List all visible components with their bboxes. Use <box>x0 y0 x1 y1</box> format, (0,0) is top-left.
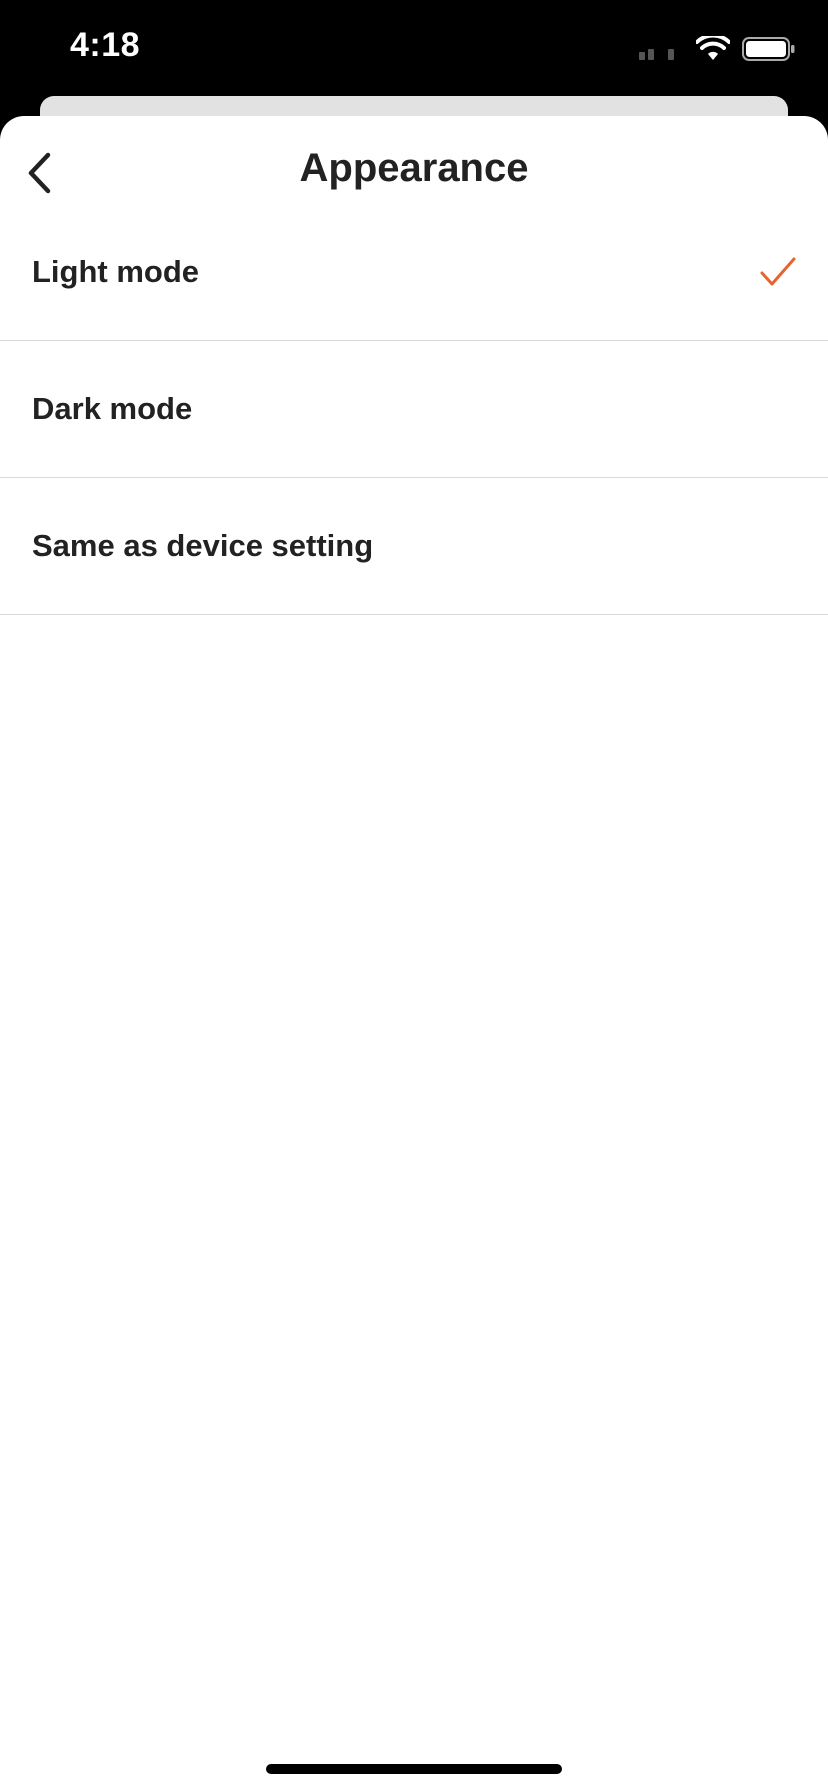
page-title: Appearance <box>299 146 529 190</box>
status-bar: 4:18 <box>0 0 828 100</box>
status-time: 4:18 <box>70 26 141 64</box>
option-label: Dark mode <box>32 391 193 426</box>
option-same-as-device[interactable]: Same as device setting <box>0 478 828 615</box>
appearance-options: Light mode Dark mode Same as device sett… <box>0 204 828 615</box>
battery-icon <box>742 37 795 61</box>
appearance-sheet: Appearance Light mode Dark mode Same as … <box>0 116 828 1792</box>
cellular-signal-icon <box>639 38 674 60</box>
home-indicator[interactable] <box>266 1764 562 1774</box>
option-label: Light mode <box>32 254 200 289</box>
status-icons <box>639 34 796 64</box>
checkmark-icon <box>760 257 796 286</box>
option-dark-mode[interactable]: Dark mode <box>0 341 828 478</box>
wifi-icon <box>696 36 730 60</box>
option-light-mode[interactable]: Light mode <box>0 204 828 341</box>
option-label: Same as device setting <box>32 528 374 563</box>
